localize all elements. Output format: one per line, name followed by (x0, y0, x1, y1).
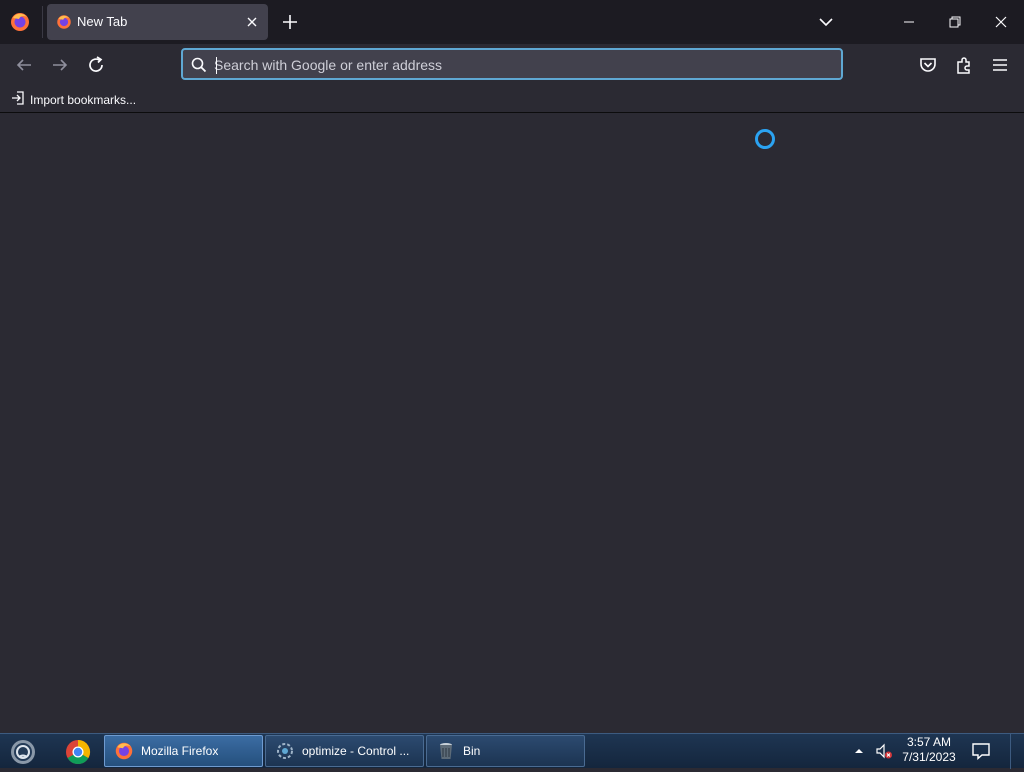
close-tab-icon[interactable] (243, 13, 261, 31)
close-window-button[interactable] (978, 0, 1024, 44)
tab-strip: New Tab (0, 0, 1024, 44)
firefox-view-icon[interactable] (8, 10, 32, 34)
tab-separator (42, 6, 43, 38)
address-bar[interactable] (181, 48, 843, 80)
firefox-icon (113, 740, 135, 762)
recycle-bin-icon (435, 740, 457, 762)
extensions-icon[interactable] (953, 54, 975, 76)
clock[interactable]: 3:57 AM 7/31/2023 (898, 735, 960, 765)
pocket-icon[interactable] (917, 54, 939, 76)
hamburger-menu-icon[interactable] (989, 54, 1011, 76)
taskbar-item-control-panel[interactable]: optimize - Control ... (265, 735, 424, 767)
tab-title: New Tab (77, 14, 128, 29)
address-input[interactable] (214, 55, 834, 75)
list-all-tabs-icon[interactable] (814, 10, 838, 34)
firefox-window: New Tab Search with Google or enter addr… (0, 0, 1024, 733)
clock-date: 7/31/2023 (902, 750, 956, 764)
show-desktop-button[interactable] (1010, 734, 1024, 769)
control-panel-icon (274, 740, 296, 762)
clock-time: 3:57 AM (906, 735, 952, 749)
tab-new-tab[interactable]: New Tab (47, 4, 268, 40)
page-content (0, 114, 1024, 733)
taskbar-item-firefox[interactable]: Mozilla Firefox (104, 735, 263, 767)
import-bookmarks-button[interactable]: Import bookmarks... (10, 90, 136, 110)
taskbar-item-label: Mozilla Firefox (141, 744, 219, 758)
taskbar-item-label: optimize - Control ... (302, 744, 410, 758)
chevron-up-icon[interactable] (852, 744, 866, 758)
loading-spinner-icon (755, 129, 775, 149)
back-arrow-icon[interactable] (11, 52, 37, 78)
chrome-icon[interactable] (62, 736, 94, 767)
bookmarks-toolbar: Import bookmarks... (0, 86, 1024, 113)
restore-button[interactable] (932, 0, 978, 44)
start-button[interactable] (6, 736, 40, 767)
volume-muted-icon[interactable] (874, 741, 894, 761)
forward-arrow-icon[interactable] (47, 52, 73, 78)
search-icon (190, 56, 208, 74)
import-bookmarks-label: Import bookmarks... (30, 93, 137, 107)
navigation-toolbar (0, 44, 1024, 86)
reload-icon[interactable] (83, 52, 109, 78)
notification-icon[interactable] (970, 740, 992, 762)
taskbar: Mozilla Firefox optimize - Control ... B… (0, 733, 1024, 769)
firefox-icon (55, 13, 73, 31)
import-icon (10, 90, 26, 111)
text-caret (216, 57, 217, 74)
minimize-button[interactable] (886, 0, 932, 44)
taskbar-item-label: Bin (463, 744, 481, 758)
new-tab-button[interactable] (278, 10, 302, 34)
taskbar-item-bin[interactable]: Bin (426, 735, 585, 767)
